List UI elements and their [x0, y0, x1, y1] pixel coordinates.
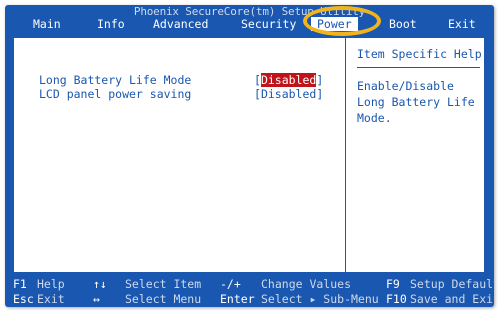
option-long-battery-life-mode[interactable]: Long Battery Life Mode — [39, 73, 191, 87]
value-long-battery-life-mode[interactable]: [Disabled] — [254, 73, 323, 87]
option-lcd-panel-power-saving[interactable]: LCD panel power saving — [39, 87, 191, 101]
key-esc: Esc — [13, 292, 34, 306]
selected-value[interactable]: Disabled — [260, 73, 317, 87]
key-up-down: ↑↓ — [93, 277, 107, 291]
menu-boot[interactable]: Boot — [389, 17, 417, 31]
key-left-right: ↔ — [93, 292, 100, 306]
key-legend: F1 Help ↑↓ Select Item -/+ Change Values… — [5, 275, 494, 307]
key-enter: Enter — [220, 292, 255, 306]
help-divider — [357, 67, 480, 68]
key-f10: F10 — [386, 292, 407, 306]
key-enter-desc: Select ▸ Sub-Menu — [261, 292, 379, 306]
key-f10-desc: Save and Exit — [410, 292, 494, 306]
panel-divider — [345, 38, 346, 272]
key-left-right-desc: Select Menu — [125, 292, 202, 306]
key-up-down-desc: Select Item — [125, 277, 202, 291]
value-lcd-panel-power-saving[interactable]: [Disabled] — [254, 87, 323, 101]
key-esc-desc: Exit — [37, 292, 65, 306]
help-text: Enable/Disable Long Battery Life Mode. — [357, 79, 475, 125]
menu-advanced[interactable]: Advanced — [153, 17, 208, 31]
menu-security[interactable]: Security — [241, 17, 296, 31]
key-minus-plus-desc: Change Values — [261, 277, 352, 291]
value-text: Disabled — [260, 87, 317, 101]
menu-bar: Main Info Advanced Security Power Boot E… — [5, 17, 494, 31]
menu-main[interactable]: Main — [33, 17, 61, 31]
key-f9: F9 — [386, 277, 400, 291]
menu-exit[interactable]: Exit — [448, 17, 476, 31]
highlight-ring-annotation — [303, 6, 381, 36]
settings-panel: Long Battery Life Mode [Disabled] LCD pa… — [13, 37, 485, 273]
key-minus-plus: -/+ — [220, 277, 241, 291]
key-f1: F1 — [13, 277, 27, 291]
key-f1-desc: Help — [37, 277, 65, 291]
key-f9-desc: Setup Defaults — [410, 277, 494, 291]
help-title: Item Specific Help — [357, 47, 482, 61]
menu-info[interactable]: Info — [97, 17, 125, 31]
bios-setup-window: Phoenix SecureCore(tm) Setup Utility Mai… — [5, 5, 494, 307]
